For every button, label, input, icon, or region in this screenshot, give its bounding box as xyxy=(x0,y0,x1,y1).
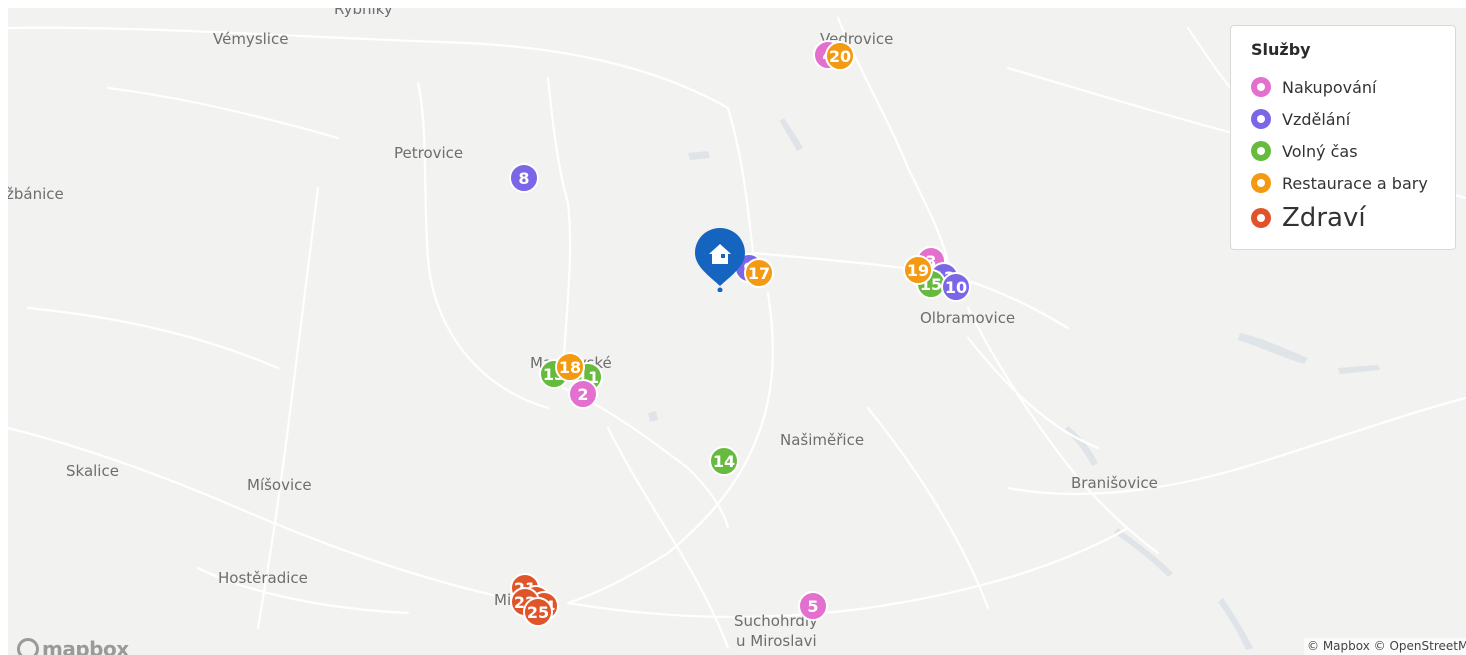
fork-knife-icon xyxy=(1251,173,1271,193)
legend-item-label: Zdraví xyxy=(1282,203,1366,233)
legend-item-volny_cas[interactable]: Volný čas xyxy=(1251,135,1455,167)
legend-item-label: Restaurace a bary xyxy=(1282,173,1428,193)
poi-marker-restaurace[interactable]: 17 xyxy=(744,258,774,288)
place-label: Našiměřice xyxy=(780,431,865,449)
legend-item-label: Nakupování xyxy=(1282,77,1377,97)
services-legend: Služby Nakupování Vzdělání Volný čas Restau… xyxy=(1230,25,1456,250)
legend-item-zdravi[interactable]: Zdraví xyxy=(1251,199,1455,237)
place-label: Hostěradice xyxy=(218,569,308,587)
poi-marker-volny_cas[interactable]: 14 xyxy=(709,446,739,476)
legend-item-restaurace[interactable]: Restaurace a bary xyxy=(1251,167,1455,199)
legend-title: Služby xyxy=(1251,40,1311,59)
poi-marker-vzdelani[interactable]: 8 xyxy=(509,163,539,193)
poi-marker-restaurace[interactable]: 18 xyxy=(555,352,585,382)
legend-item-vzdelani[interactable]: Vzdělání xyxy=(1251,103,1455,135)
place-label: Vémyslice xyxy=(213,30,289,48)
poi-marker-zdravi[interactable]: 25 xyxy=(523,597,553,627)
legend-item-label: Volný čas xyxy=(1282,141,1358,161)
school-icon xyxy=(1251,109,1271,129)
cart-icon xyxy=(1251,77,1271,97)
leaf-icon xyxy=(1251,141,1271,161)
poi-marker-restaurace[interactable]: 19 xyxy=(903,255,933,285)
place-label: Rybníky xyxy=(334,8,393,18)
mapbox-logo[interactable]: mapbox xyxy=(17,637,129,655)
place-label: žbánice xyxy=(8,185,64,203)
place-label: Míšovice xyxy=(247,476,312,494)
legend-item-label: Vzdělání xyxy=(1282,109,1351,129)
poi-marker-nakupovani[interactable]: 5 xyxy=(798,591,828,621)
poi-marker-nakupovani[interactable]: 2 xyxy=(568,379,598,409)
home-icon xyxy=(695,228,745,293)
poi-marker-vzdelani[interactable]: 10 xyxy=(941,272,971,302)
map-attribution[interactable]: © Mapbox © OpenStreetMap xyxy=(1304,638,1466,655)
heart-icon xyxy=(1251,208,1271,228)
place-label: u Miroslavi xyxy=(736,632,817,650)
place-label: Branišovice xyxy=(1071,474,1158,492)
home-marker[interactable] xyxy=(694,226,746,293)
poi-marker-restaurace[interactable]: 20 xyxy=(825,41,855,71)
legend-item-nakupovani[interactable]: Nakupování xyxy=(1251,71,1455,103)
place-label: Petrovice xyxy=(394,144,464,162)
mapbox-logo-text: mapbox xyxy=(42,637,129,655)
mapbox-logo-icon xyxy=(17,638,39,655)
place-label: Skalice xyxy=(66,462,119,480)
place-label: Olbramovice xyxy=(920,309,1016,327)
